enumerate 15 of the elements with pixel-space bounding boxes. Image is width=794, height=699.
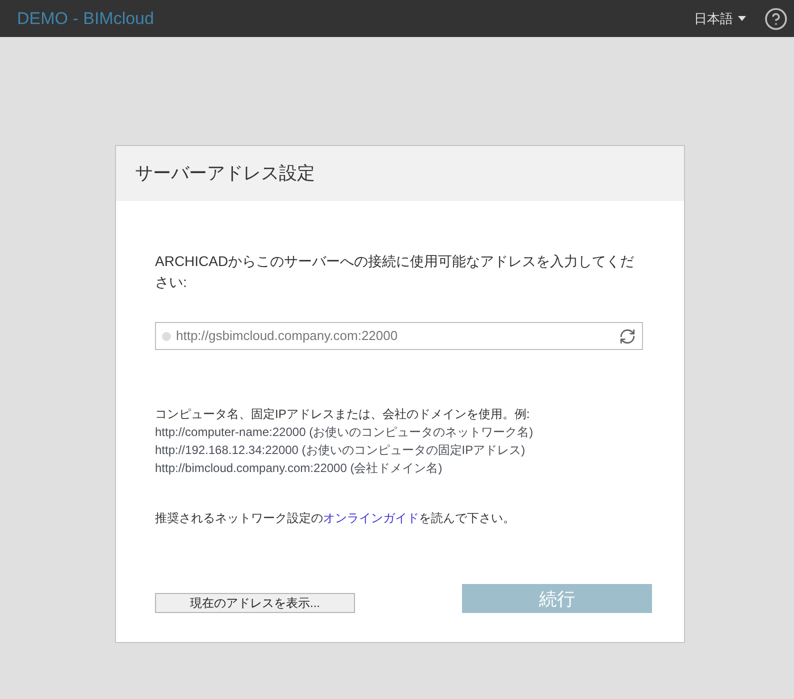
dialog-title: サーバーアドレス設定: [135, 162, 315, 185]
caret-icon: [738, 16, 746, 21]
example-address: http://computer-name:22000 (お使いのコンピュータのネットワーク名): [155, 424, 534, 441]
help-icon[interactable]: [764, 6, 788, 30]
refresh-icon[interactable]: [619, 328, 636, 344]
app-title: DEMO - BIMcloud: [17, 8, 154, 30]
online-guide-link[interactable]: オンラインガイド: [323, 511, 419, 525]
instruction-text: ARCHICADからこのサーバーへの接続に使用可能なアドレスを入力してください:: [155, 252, 636, 292]
address-field[interactable]: http://gsbimcloud.company.com:22000: [155, 322, 643, 350]
guide-text: 推奨されるネットワーク設定のオンラインガイド を読んで下さい。: [155, 510, 516, 527]
language-dropdown[interactable]: 日本語: [694, 8, 746, 28]
example-address: http://192.168.12.34:22000 (お使いのコンピュータの固定IPアドレス): [155, 442, 526, 459]
hint-text: コンピュータ名、固定IPアドレスまたは、会社のドメインを使用。例:: [155, 406, 531, 423]
show-address-button[interactable]: 現在のアドレスを表示...: [155, 593, 355, 613]
example-address: http://bimcloud.company.com:22000 (会社ドメイン名): [155, 460, 444, 477]
